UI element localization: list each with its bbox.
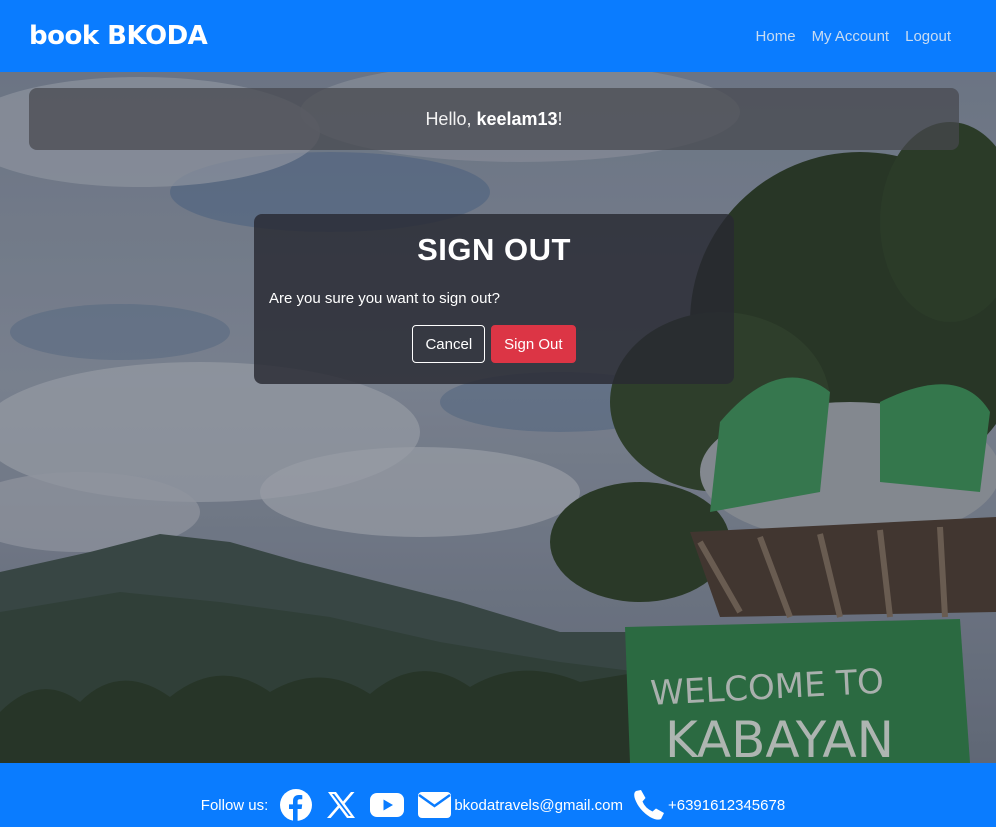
footer-email[interactable]: bkodatravels@gmail.com <box>454 797 623 814</box>
youtube-icon[interactable] <box>370 793 405 817</box>
navbar: book BKODA Home My Account Logout <box>0 0 996 72</box>
footer-phone[interactable]: +6391612345678 <box>668 797 785 814</box>
greeting-username: keelam13 <box>476 108 558 129</box>
email-contact: bkodatravels@gmail.com <box>418 792 623 818</box>
x-icon[interactable] <box>326 791 356 819</box>
cancel-button[interactable]: Cancel <box>412 325 486 363</box>
envelope-icon <box>418 792 452 818</box>
sign-out-button[interactable]: Sign Out <box>491 325 576 363</box>
background-scene: WELCOME TO KABAYAN <box>0 72 996 763</box>
signout-actions: Cancel Sign Out <box>269 325 719 363</box>
signout-title: SIGN OUT <box>417 232 571 267</box>
nav-link-my-account[interactable]: My Account <box>812 28 890 45</box>
footer: Follow us: bkodatravels@gmail.com +63916… <box>0 763 996 827</box>
greeting-suffix: ! <box>557 108 563 129</box>
follow-label: Follow us: <box>200 796 269 814</box>
facebook-icon[interactable] <box>280 789 313 821</box>
nav-link-home[interactable]: Home <box>756 28 796 45</box>
signout-message: Are you sure you want to sign out? <box>269 290 500 307</box>
greeting-prefix: Hello, <box>425 108 477 129</box>
brand-logo[interactable]: book BKODA <box>29 21 208 51</box>
greeting-bar: Hello, keelam13 ! <box>29 88 959 150</box>
nav-links: Home My Account Logout <box>756 28 951 45</box>
phone-contact: +6391612345678 <box>633 789 785 821</box>
phone-icon <box>634 790 664 820</box>
signout-card: SIGN OUT Are you sure you want to sign o… <box>254 214 734 384</box>
nav-link-logout[interactable]: Logout <box>905 28 951 45</box>
